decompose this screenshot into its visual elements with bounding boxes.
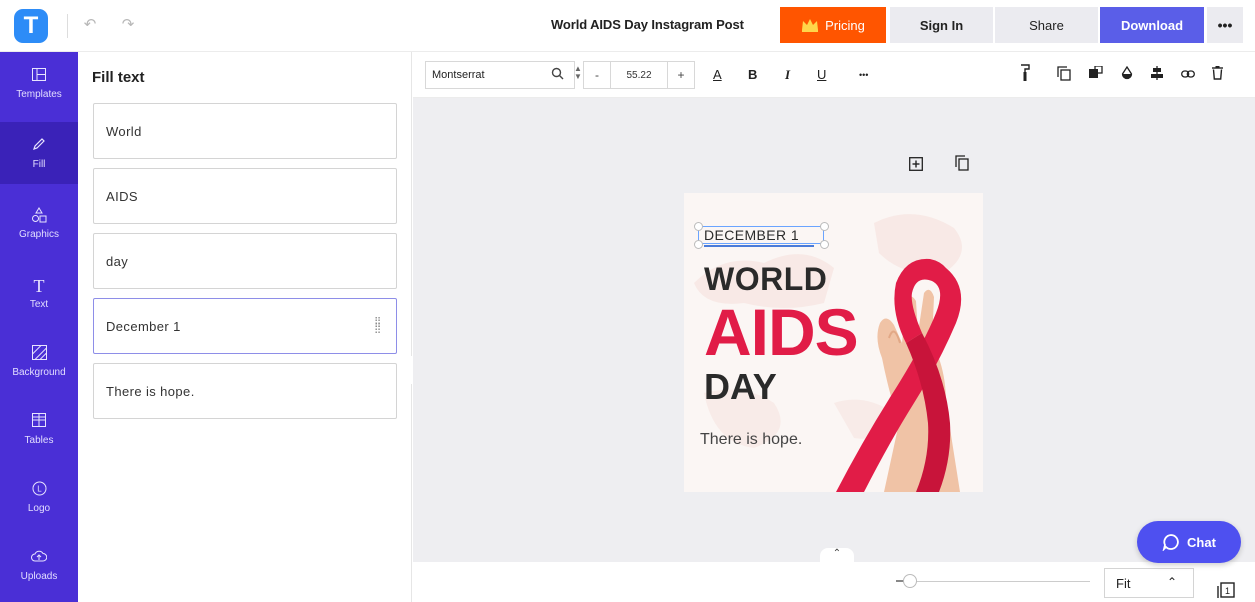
field-value: December 1	[106, 318, 181, 334]
pricing-button[interactable]: Pricing	[780, 7, 886, 43]
sidebar-item-label: Uploads	[20, 570, 58, 582]
font-size-control: - 55.22 +	[583, 61, 695, 89]
sidebar-item-tables[interactable]: Tables	[0, 398, 78, 460]
sidebar-item-templates[interactable]: Templates	[0, 52, 78, 114]
font-name: Montserrat	[432, 69, 485, 81]
sidebar-item-fill[interactable]: Fill	[0, 122, 78, 184]
svg-text:L: L	[37, 484, 42, 493]
left-sidebar: Templates Fill Graphics T Text Backgroun…	[0, 52, 78, 602]
resize-handle[interactable]	[820, 222, 829, 231]
more-text-options-icon[interactable]: •••	[859, 66, 868, 84]
artboard-aids-text[interactable]: AIDS	[704, 299, 859, 365]
search-icon[interactable]	[551, 67, 564, 83]
sidebar-item-label: Fill	[32, 158, 46, 170]
zoom-slider-knob[interactable]	[903, 574, 917, 588]
selection-underline	[704, 245, 814, 247]
bold-icon[interactable]: B	[748, 66, 757, 84]
download-button[interactable]: Download	[1100, 7, 1204, 43]
divider	[67, 14, 68, 38]
sidebar-item-label: Templates	[16, 88, 62, 100]
zoom-value: Fit	[1116, 575, 1131, 591]
decrease-size-button[interactable]: -	[584, 62, 610, 88]
text-field-hope[interactable]: There is hope.	[93, 363, 397, 419]
pricing-label: Pricing	[825, 17, 865, 33]
duplicate-page-icon[interactable]	[955, 155, 969, 175]
resize-handle[interactable]	[820, 240, 829, 249]
artboard-world-text[interactable]: WORLD	[704, 261, 827, 298]
sidebar-item-background[interactable]: Background	[0, 330, 78, 392]
duplicate-icon[interactable]	[1057, 66, 1071, 86]
sign-in-button[interactable]: Sign In	[890, 7, 993, 43]
delete-icon[interactable]	[1212, 66, 1223, 85]
sidebar-item-label: Background	[12, 366, 66, 378]
sidebar-item-label: Tables	[24, 434, 54, 446]
chevron-up-icon: ⌃	[1166, 575, 1177, 589]
resize-handle[interactable]	[694, 240, 703, 249]
logo-icon: L	[32, 481, 47, 499]
undo-icon[interactable]: ↶	[80, 15, 100, 35]
sidebar-item-label: Logo	[27, 502, 51, 514]
opacity-icon[interactable]	[1121, 65, 1133, 85]
resize-handle[interactable]	[694, 222, 703, 231]
document-title[interactable]: World AIDS Day Instagram Post	[551, 17, 744, 32]
sidebar-item-label: Graphics	[18, 228, 59, 240]
italic-icon[interactable]: I	[785, 66, 790, 84]
share-button[interactable]: Share	[995, 7, 1098, 43]
app-logo[interactable]: T	[14, 9, 48, 43]
artboard-date-text[interactable]: DECEMBER 1	[704, 227, 799, 243]
chat-button[interactable]: Chat	[1137, 521, 1241, 563]
underline-icon[interactable]: U	[817, 66, 826, 84]
artboard-day-text[interactable]: DAY	[704, 366, 777, 408]
sidebar-item-logo[interactable]: L Logo	[0, 466, 78, 528]
sidebar-item-graphics[interactable]: Graphics	[0, 192, 78, 254]
chat-label: Chat	[1187, 534, 1216, 550]
svg-text:1: 1	[1225, 586, 1230, 596]
redo-icon[interactable]: ↷	[118, 15, 138, 35]
table-icon	[32, 412, 46, 431]
panel-title: Fill text	[92, 69, 145, 86]
zoom-slider-track[interactable]	[900, 581, 1090, 582]
design-artboard[interactable]: DECEMBER 1 WORLD AIDS DAY There is hope.	[684, 193, 983, 492]
pages-icon[interactable]: 1	[1217, 582, 1235, 602]
format-painter-icon[interactable]	[1019, 64, 1031, 87]
sidebar-item-text[interactable]: T Text	[0, 262, 78, 324]
pencil-icon	[32, 137, 46, 155]
sidebar-item-uploads[interactable]: Uploads	[0, 534, 78, 596]
text-toolbar: Montserrat ▲ ▼ - 55.22 + A B I U •••	[413, 52, 1255, 98]
top-bar: T ↶ ↷ World AIDS Day Instagram Post Pric…	[0, 0, 1255, 52]
font-size-input[interactable]: 55.22	[610, 62, 668, 88]
upload-cloud-icon	[31, 549, 48, 567]
increase-size-button[interactable]: +	[668, 62, 694, 88]
add-page-icon[interactable]	[909, 157, 923, 174]
font-family-select[interactable]: Montserrat ▲ ▼	[425, 61, 582, 89]
artboard-hope-text[interactable]: There is hope.	[700, 431, 802, 449]
zoom-select[interactable]: Fit ⌃	[1104, 568, 1194, 598]
templates-icon	[32, 67, 46, 85]
text-field-world[interactable]: World	[93, 103, 397, 159]
text-field-day[interactable]: day	[93, 233, 397, 289]
text-color-icon[interactable]: A	[713, 66, 722, 84]
more-options-button[interactable]: •••	[1207, 7, 1243, 43]
sidebar-item-label: Text	[29, 298, 49, 310]
page-toggle-icon[interactable]: ⌃	[820, 548, 854, 562]
text-field-aids[interactable]: AIDS	[93, 168, 397, 224]
align-icon[interactable]	[1151, 66, 1163, 85]
shapes-icon	[31, 206, 47, 225]
fill-text-panel: Fill text World AIDS day December 1 ⁞⁞ ⁞⁞…	[78, 52, 412, 602]
chat-bubble-icon	[1162, 534, 1179, 551]
drag-handle-icon[interactable]: ⁞⁞ ⁞⁞	[374, 315, 381, 335]
text-field-date[interactable]: December 1 ⁞⁞ ⁞⁞	[93, 298, 397, 354]
crown-icon	[802, 19, 819, 32]
background-icon	[31, 344, 47, 363]
font-spinner-icon[interactable]: ▲ ▼	[574, 65, 582, 81]
text-icon: T	[33, 275, 45, 296]
link-icon[interactable]	[1181, 66, 1195, 84]
layer-order-icon[interactable]	[1089, 65, 1103, 85]
